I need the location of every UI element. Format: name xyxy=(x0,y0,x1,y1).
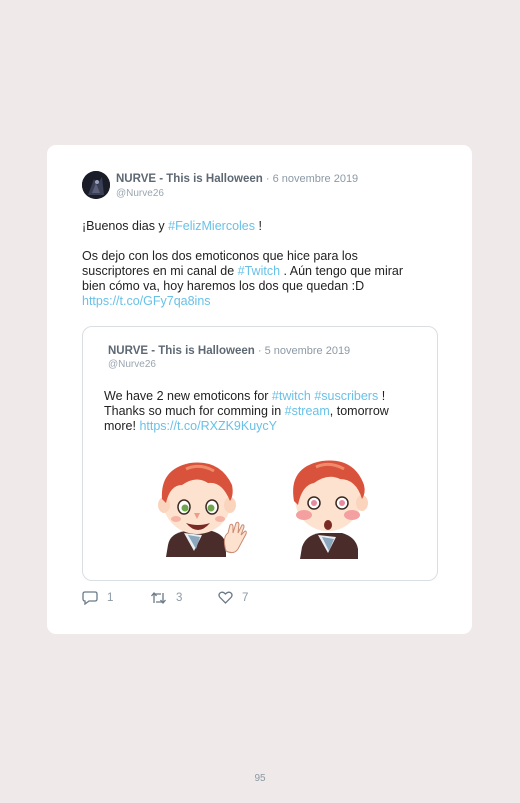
text-span: ¡Buenos dias y xyxy=(82,219,169,233)
reply-icon[interactable] xyxy=(82,591,98,605)
quoted-text: We have 2 new emoticons for #twitch #sus… xyxy=(104,389,424,434)
reply-action[interactable]: 1 xyxy=(82,591,113,605)
author-avatar[interactable] xyxy=(82,171,110,199)
url-link[interactable]: https://t.co/RXZK9KuycY xyxy=(139,419,277,433)
hashtag-link[interactable]: #twitch xyxy=(272,389,311,403)
quoted-line-1: We have 2 new emoticons for #twitch #sus… xyxy=(104,389,424,404)
quoted-tweet[interactable]: NURVE - This is Halloween · 5 novembre 2… xyxy=(82,326,438,581)
tweet-card: NURVE - This is Halloween · 6 novembre 2… xyxy=(47,145,472,634)
tweet-header: NURVE - This is Halloween · 6 novembre 2… xyxy=(116,173,358,185)
separator-dot: · xyxy=(257,345,265,357)
tweet-date[interactable]: 6 novembre 2019 xyxy=(273,173,359,185)
quoted-handle[interactable]: @Nurve26 xyxy=(108,359,156,370)
retweet-action[interactable]: 3 xyxy=(150,591,182,605)
quoted-author-name[interactable]: NURVE - This is Halloween xyxy=(108,345,255,357)
quoted-line-2: Thanks so much for comming in #stream, t… xyxy=(104,404,424,434)
hashtag-link[interactable]: #suscribers xyxy=(314,389,378,403)
text-span: Thanks so much for comming in xyxy=(104,404,285,418)
text-span: We have 2 new emoticons for xyxy=(104,389,272,403)
author-name[interactable]: NURVE - This is Halloween xyxy=(116,173,263,185)
url-link[interactable]: https://t.co/GFy7qa8ins xyxy=(82,294,211,308)
hashtag-link[interactable]: #stream xyxy=(285,404,330,418)
text-span: ! xyxy=(378,389,386,403)
text-span: ! xyxy=(255,219,262,233)
retweet-icon[interactable] xyxy=(150,591,167,605)
tweet-line-1: ¡Buenos dias y #FelizMiercoles ! xyxy=(82,219,422,234)
like-action[interactable]: 7 xyxy=(218,591,248,604)
quoted-header: NURVE - This is Halloween · 5 novembre 2… xyxy=(108,345,350,357)
hashtag-link[interactable]: #Twitch xyxy=(238,264,280,278)
heart-icon[interactable] xyxy=(218,591,233,604)
retweet-count: 3 xyxy=(176,592,183,604)
quoted-date[interactable]: 5 novembre 2019 xyxy=(265,345,351,357)
reply-count: 1 xyxy=(107,592,114,604)
emoticon-waving-image[interactable] xyxy=(150,455,250,560)
like-count: 7 xyxy=(242,591,249,604)
author-handle[interactable]: @Nurve26 xyxy=(116,188,164,199)
separator-dot: · xyxy=(265,173,273,185)
tweet-paragraph-2: Os dejo con los dos emoticonos que hice … xyxy=(82,249,422,309)
hashtag-link[interactable]: #FelizMiercoles xyxy=(168,219,255,233)
tweet-text: ¡Buenos dias y #FelizMiercoles ! Os dejo… xyxy=(82,219,422,309)
emoticon-blushing-image[interactable] xyxy=(280,455,380,560)
page-number: 95 xyxy=(254,773,266,784)
